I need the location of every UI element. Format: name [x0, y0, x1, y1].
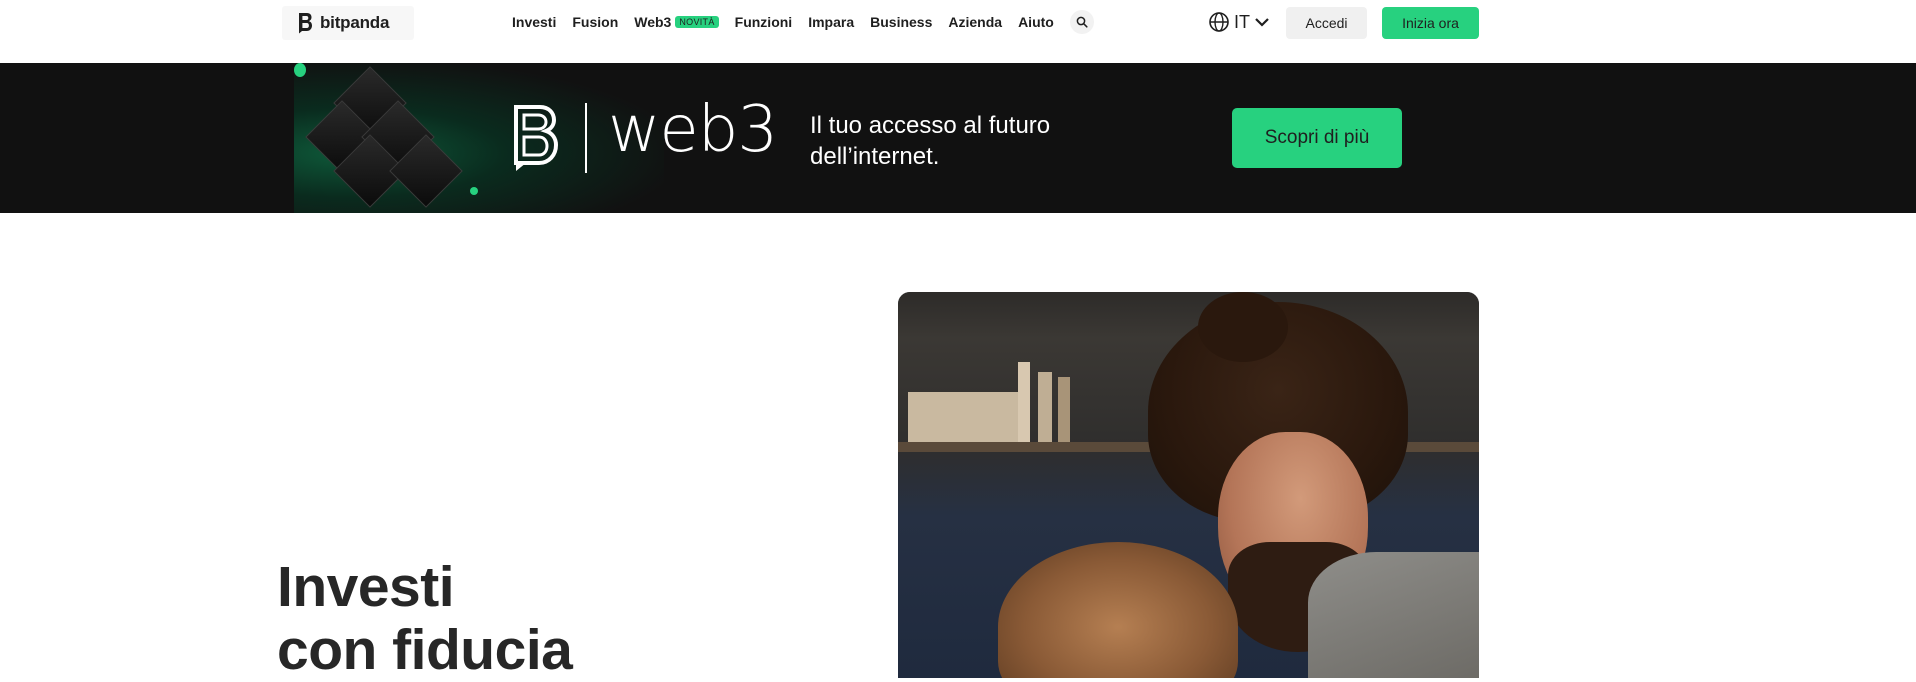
banner-tagline-line1: Il tuo accesso al futuro	[810, 112, 1051, 139]
start-now-button[interactable]: Inizia ora	[1382, 7, 1479, 39]
hero-title-line1: Investi	[277, 555, 455, 619]
logo-text: bitpanda	[320, 13, 390, 32]
hero-photo	[898, 292, 1479, 678]
language-selector[interactable]: IT	[1208, 10, 1270, 34]
photo-man-shirt	[1308, 552, 1479, 678]
nav-item-impara[interactable]: Impara	[808, 14, 854, 30]
nav-label: Web3	[634, 14, 672, 30]
banner-tagline-line2: dell’internet.	[810, 143, 940, 170]
search-icon	[1076, 16, 1088, 28]
nav-item-funzioni[interactable]: Funzioni	[735, 14, 793, 30]
banner-divider	[585, 103, 587, 173]
nav-label: Aiuto	[1018, 14, 1054, 30]
chevron-down-icon	[1255, 18, 1269, 27]
search-button[interactable]	[1069, 10, 1094, 34]
nav-label: Funzioni	[734, 14, 793, 30]
nav-item-fusion[interactable]: Fusion	[572, 14, 618, 30]
top-header: bitpanda Investi Fusion Web3 NOVITÀ Funz…	[0, 0, 1916, 63]
nav-item-aiuto[interactable]: Aiuto	[1018, 14, 1054, 30]
nav-label: Business	[870, 14, 933, 30]
hero-title-line2: con fiducia	[277, 618, 573, 682]
language-label: IT	[1234, 11, 1250, 32]
decor-dot	[294, 63, 306, 77]
nav-label: Fusion	[572, 14, 619, 30]
photo-books	[1038, 372, 1052, 442]
photo-man-bun	[1198, 292, 1288, 362]
bitpanda-logo-icon	[299, 13, 312, 34]
photo-books	[908, 392, 1028, 442]
globe-icon	[1209, 12, 1229, 32]
nav-item-investi[interactable]: Investi	[512, 14, 556, 30]
new-badge: NOVITÀ	[675, 16, 719, 28]
web3-promo-banner: web3 Il tuo accesso al futuro dell’inter…	[0, 63, 1916, 213]
nav-item-business[interactable]: Business	[870, 14, 932, 30]
decor-dot	[470, 187, 478, 195]
banner-tagline: Il tuo accesso al futuro dell’internet.	[810, 110, 1110, 172]
nav-item-azienda[interactable]: Azienda	[948, 14, 1002, 30]
nav-label: Azienda	[948, 14, 1003, 30]
photo-books	[1058, 377, 1070, 442]
web3-logo-icon	[514, 105, 559, 171]
discover-more-button[interactable]: Scopri di più	[1232, 108, 1402, 168]
main-nav: Investi Fusion Web3 NOVITÀ Funzioni Impa…	[512, 10, 1094, 34]
nav-label: Investi	[512, 14, 557, 30]
web3-wordmark: web3	[608, 93, 778, 167]
photo-books	[1018, 362, 1030, 442]
login-button[interactable]: Accedi	[1286, 7, 1367, 39]
bitpanda-logo[interactable]: bitpanda	[282, 6, 414, 40]
nav-label: Impara	[808, 14, 855, 30]
hero-title: Investi con fiducia	[277, 555, 573, 682]
nav-item-web3[interactable]: Web3 NOVITÀ	[634, 14, 719, 30]
